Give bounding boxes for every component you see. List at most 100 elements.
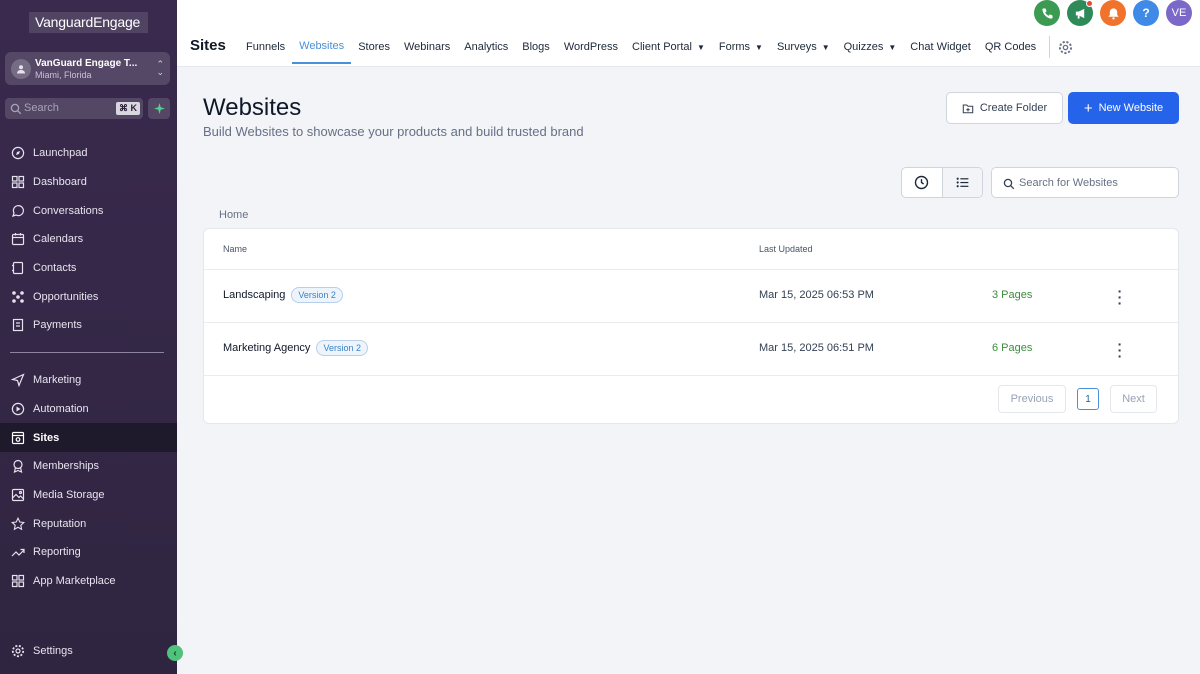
tab-label: WordPress: [563, 41, 619, 53]
tab-quizzes[interactable]: Quizzes ▼: [837, 30, 904, 64]
sidebar-item-label: Sites: [33, 431, 60, 444]
plus-icon: +: [1083, 99, 1093, 117]
recent-view-button[interactable]: [902, 168, 942, 197]
pages-count[interactable]: 6 Pages: [992, 342, 1032, 354]
search-icon: [10, 102, 22, 120]
sidebar-search-placeholder: Search: [24, 102, 59, 114]
sidebar-item-label: Launchpad: [33, 147, 88, 160]
pagination: Previous 1 Next: [998, 385, 1157, 413]
website-search-input[interactable]: Search for Websites: [991, 167, 1179, 198]
receipt-icon: [10, 317, 26, 333]
previous-page-button[interactable]: Previous: [998, 385, 1066, 413]
tab-surveys[interactable]: Surveys ▼: [770, 30, 837, 64]
sidebar-item-reputation[interactable]: Reputation: [0, 509, 177, 538]
more-options-icon[interactable]: · · ·: [1114, 284, 1126, 310]
tab-funnels[interactable]: Funnels: [239, 30, 292, 64]
folder-plus-icon: [962, 104, 974, 114]
sites-tabs: Funnels Websites Stores Webinars Analyti…: [239, 30, 1073, 66]
sidebar-item-app-marketplace[interactable]: App Marketplace: [0, 567, 177, 596]
chevron-down-icon: ▼: [696, 42, 705, 52]
tab-client-portal[interactable]: Client Portal ▼: [625, 30, 712, 64]
chevron-updown-icon: ⌃ ⌄: [156, 59, 164, 77]
search-placeholder: Search for Websites: [1019, 177, 1118, 189]
tab-qr-codes[interactable]: QR Codes: [978, 30, 1043, 64]
sidebar-item-label: Dashboard: [33, 176, 87, 189]
chevron-down-icon: ▼: [821, 42, 830, 52]
tab-analytics[interactable]: Analytics: [457, 30, 515, 64]
tab-label: Stores: [358, 41, 390, 53]
notifications-button[interactable]: [1100, 0, 1126, 26]
pages-count[interactable]: 3 Pages: [992, 289, 1032, 301]
page-number-current[interactable]: 1: [1077, 388, 1099, 410]
sidebar-item-media-storage[interactable]: Media Storage: [0, 481, 177, 510]
tab-blogs[interactable]: Blogs: [515, 30, 557, 64]
sidebar-item-reporting[interactable]: Reporting: [0, 538, 177, 567]
tab-forms[interactable]: Forms ▼: [712, 30, 770, 64]
sidebar-item-label: Contacts: [33, 262, 77, 275]
breadcrumb[interactable]: Home: [219, 209, 248, 221]
website-name-cell: Landscaping Version 2: [223, 287, 343, 303]
table-row[interactable]: Marketing Agency Version 2 Mar 15, 2025 …: [204, 323, 1178, 376]
new-website-label: New Website: [1098, 102, 1164, 114]
sidebar-item-sites[interactable]: Sites: [0, 423, 177, 453]
tab-divider: [1049, 36, 1051, 58]
sidebar-item-launchpad[interactable]: Launchpad: [0, 139, 177, 168]
sidebar-item-settings[interactable]: Settings: [0, 637, 177, 666]
sites-icon: [10, 430, 26, 446]
last-updated-cell: Mar 15, 2025 06:53 PM: [759, 289, 874, 301]
list-view-button[interactable]: [941, 168, 982, 197]
sidebar-item-label: Conversations: [33, 204, 104, 217]
view-toggle: [901, 167, 983, 198]
table-row[interactable]: Landscaping Version 2 Mar 15, 2025 06:53…: [204, 270, 1178, 323]
tab-stores[interactable]: Stores: [351, 30, 397, 64]
announcements-button[interactable]: [1067, 0, 1093, 26]
grid-icon: [10, 174, 26, 190]
sidebar-item-payments[interactable]: Payments: [0, 311, 177, 340]
sidebar-item-contacts[interactable]: Contacts: [0, 254, 177, 283]
spark-icon: [153, 103, 165, 114]
website-name[interactable]: Marketing Agency: [223, 342, 310, 354]
user-avatar[interactable]: VE: [1166, 0, 1192, 26]
sidebar-item-label: Memberships: [33, 460, 100, 473]
brand-logo: VanguardEngage: [29, 12, 148, 33]
tab-websites[interactable]: Websites: [292, 30, 352, 64]
new-website-button[interactable]: + New Website: [1068, 92, 1179, 124]
sidebar-item-label: Calendars: [33, 233, 84, 246]
avatar-initials: VE: [1171, 7, 1187, 19]
next-page-button[interactable]: Next: [1110, 385, 1157, 413]
more-options-icon[interactable]: · · ·: [1114, 337, 1126, 363]
chevron-down-icon: ▼: [888, 42, 897, 52]
version-badge: Version 2: [316, 340, 368, 356]
sites-settings-button[interactable]: [1058, 30, 1073, 64]
phone-button[interactable]: [1034, 0, 1060, 26]
sidebar-item-automation[interactable]: Automation: [0, 395, 177, 424]
sidebar-item-memberships[interactable]: Memberships: [0, 452, 177, 481]
version-badge: Version 2: [291, 287, 343, 303]
create-folder-button[interactable]: Create Folder: [946, 92, 1063, 124]
clock-icon: [915, 175, 929, 190]
website-name[interactable]: Landscaping: [223, 289, 285, 301]
ai-spark-button[interactable]: [148, 98, 170, 119]
nav-bottom: Marketing Automation Sites Memberships M…: [0, 366, 177, 596]
sidebar-search[interactable]: Search ⌘ K: [5, 98, 143, 119]
account-switcher[interactable]: VanGuard Engage T... Miami, Florida ⌃ ⌄: [5, 52, 170, 85]
sidebar-item-label: Opportunities: [33, 290, 99, 303]
table-header: Name Last Updated: [204, 229, 1178, 270]
tab-chat-widget[interactable]: Chat Widget: [903, 30, 978, 64]
sidebar-item-opportunities[interactable]: Opportunities: [0, 282, 177, 311]
sidebar-item-calendars[interactable]: Calendars: [0, 225, 177, 254]
tab-webinars[interactable]: Webinars: [397, 30, 457, 64]
pipeline-icon: [10, 289, 26, 305]
settings-section: Settings: [0, 637, 177, 666]
contacts-icon: [10, 260, 26, 276]
last-updated-cell: Mar 15, 2025 06:51 PM: [759, 342, 874, 354]
badge-icon: [10, 458, 26, 474]
sidebar-item-marketing[interactable]: Marketing: [0, 366, 177, 395]
apps-icon: [10, 573, 26, 589]
sidebar-item-dashboard[interactable]: Dashboard: [0, 168, 177, 197]
tab-label: Blogs: [522, 41, 550, 53]
account-name: VanGuard Engage T...: [35, 58, 138, 69]
help-button[interactable]: ?: [1133, 0, 1159, 26]
tab-wordpress[interactable]: WordPress: [557, 30, 625, 64]
sidebar-item-conversations[interactable]: Conversations: [0, 196, 177, 225]
